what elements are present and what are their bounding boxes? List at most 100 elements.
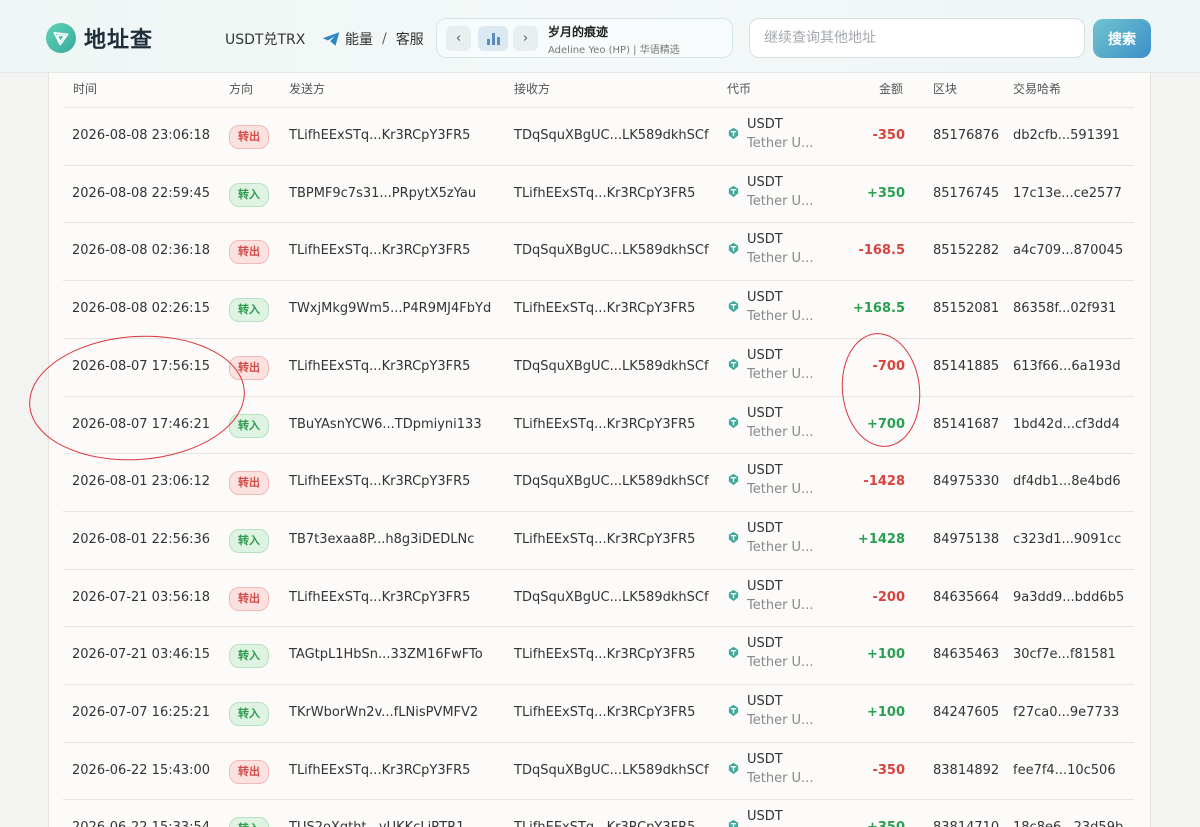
token-name: Tether U... xyxy=(747,251,814,267)
table-row[interactable]: 2026-08-07 17:56:15 转出 TLifhEExSTq...Kr3RC… xyxy=(63,337,1134,396)
tx-hash[interactable]: df4db1...8e4bd6 xyxy=(1013,474,1121,489)
tx-hash[interactable]: db2cfb...591391 xyxy=(1013,128,1120,143)
tx-time: 2026-08-01 23:06:12 xyxy=(72,474,211,490)
block-number[interactable]: 85152282 xyxy=(933,243,999,258)
block-number[interactable]: 83814892 xyxy=(933,763,999,778)
nav-energy[interactable]: 能量 xyxy=(345,29,373,49)
tether-icon xyxy=(728,474,739,486)
search-button[interactable]: 搜索 xyxy=(1093,19,1151,58)
table-row[interactable]: 2026-08-01 22:56:36 转入 TB7t3exaa8P...h8g3i… xyxy=(63,510,1134,569)
direction-badge: 转出 xyxy=(229,759,269,784)
tether-icon xyxy=(728,762,739,774)
table-header: 时间 方向 发送方 接收方 代币 金额 区块 交易哈希 xyxy=(49,73,1150,107)
tx-hash[interactable]: 613f66...6a193d xyxy=(1013,359,1121,374)
sender-address[interactable]: TLifhEExSTq...Kr3RCpY3FR5 xyxy=(289,763,470,778)
block-number[interactable]: 85152081 xyxy=(933,301,999,316)
block-number[interactable]: 84975138 xyxy=(933,532,999,547)
nav-service[interactable]: 客服 xyxy=(396,29,424,49)
receiver-address[interactable]: TDqSquXBgUC...LK589dkhSCf xyxy=(514,243,709,258)
col-block: 区块 xyxy=(933,82,958,96)
block-number[interactable]: 85141687 xyxy=(933,417,999,432)
receiver-address[interactable]: TDqSquXBgUC...LK589dkhSCf xyxy=(514,590,709,605)
block-number[interactable]: 84635463 xyxy=(933,647,999,662)
sender-address[interactable]: TLifhEExSTq...Kr3RCpY3FR5 xyxy=(289,243,470,258)
token-name: Tether U... xyxy=(747,136,814,151)
table-row[interactable]: 2026-07-21 03:46:15 转入 TAGtpL1HbSn...33ZM1… xyxy=(63,626,1134,684)
receiver-address[interactable]: TDqSquXBgUC...LK589dkhSCf xyxy=(514,128,709,143)
block-number[interactable]: 85176876 xyxy=(933,128,999,143)
sender-address[interactable]: TLifhEExSTq...Kr3RCpY3FR5 xyxy=(289,359,470,374)
direction-badge: 转入 xyxy=(229,182,269,207)
sender-address[interactable]: TBuYAsnYCW6...TDpmiyni133 xyxy=(289,417,482,432)
receiver-address[interactable]: TLifhEExSTq...Kr3RCpY3FR5 xyxy=(514,186,695,201)
equalizer-icon[interactable] xyxy=(478,26,508,51)
token-symbol: USDT xyxy=(747,636,783,652)
tx-hash[interactable]: 18c8e6...23d59b xyxy=(1013,820,1123,827)
tx-hash[interactable]: fee7f4...10c506 xyxy=(1013,763,1116,778)
chevron-right-icon[interactable]: › xyxy=(513,26,538,51)
token-name: Tether U... xyxy=(747,193,814,209)
brand-title[interactable]: 地址查 xyxy=(84,22,153,54)
tx-amount: -350 xyxy=(872,128,905,143)
nav-usdt-trx-swap[interactable]: USDT兑TRX xyxy=(225,29,305,49)
receiver-address[interactable]: TLifhEExSTq...Kr3RCpY3FR5 xyxy=(514,647,695,662)
nav-separator: / xyxy=(382,31,387,47)
receiver-address[interactable]: TLifhEExSTq...Kr3RCpY3FR5 xyxy=(514,820,695,827)
tx-hash[interactable]: 17c13e...ce2577 xyxy=(1013,186,1122,201)
sender-address[interactable]: TBPMF9c7s31...PRpytX5zYau xyxy=(289,186,476,201)
block-number[interactable]: 84975330 xyxy=(933,474,999,489)
sender-address[interactable]: TLifhEExSTq...Kr3RCpY3FR5 xyxy=(289,474,470,489)
table-row[interactable]: 2026-08-07 17:46:21 转入 TBuYAsnYCW6...TDpmi… xyxy=(63,395,1134,454)
receiver-address[interactable]: TLifhEExSTq...Kr3RCpY3FR5 xyxy=(514,705,695,720)
tx-time: 2026-08-08 22:59:45 xyxy=(72,185,211,201)
table-row[interactable]: 2026-07-07 16:25:21 转入 TKrWborWn2v...fLNis… xyxy=(63,684,1134,742)
table-row[interactable]: 2026-06-22 15:43:00 转出 TLifhEExSTq...Kr3RC… xyxy=(63,741,1134,800)
receiver-address[interactable]: TLifhEExSTq...Kr3RCpY3FR5 xyxy=(514,532,695,547)
tx-amount: +1428 xyxy=(857,531,905,547)
direction-badge: 转出 xyxy=(229,586,269,611)
tx-hash[interactable]: 86358f...02f931 xyxy=(1013,301,1116,316)
tx-amount: +100 xyxy=(866,705,905,720)
table-row[interactable]: 2026-06-22 15:33:54 转入 TUS2oXqtht...yUKKcL… xyxy=(63,799,1134,827)
col-amount: 金额 xyxy=(879,82,904,96)
block-number[interactable]: 84247605 xyxy=(933,705,999,720)
tx-time: 2026-08-08 23:06:18 xyxy=(72,128,211,143)
search-input[interactable] xyxy=(749,18,1085,58)
direction-badge: 转入 xyxy=(229,644,269,669)
table-row[interactable]: 2026-08-01 23:06:12 转出 TLifhEExSTq...Kr3RC… xyxy=(63,453,1134,511)
tx-hash[interactable]: a4c709...870045 xyxy=(1013,243,1123,258)
sender-address[interactable]: TUS2oXqtht...yUKKcLiRTR1 xyxy=(289,820,465,827)
chevron-left-icon[interactable]: ‹ xyxy=(446,26,471,51)
tx-hash[interactable]: 1bd42d...cf3dd4 xyxy=(1013,417,1120,432)
table-row[interactable]: 2026-08-08 02:36:18 转出 TLifhEExSTq...Kr3RC… xyxy=(63,222,1134,280)
token-name: Tether U... xyxy=(747,482,814,498)
tether-icon xyxy=(728,531,739,543)
receiver-address[interactable]: TLifhEExSTq...Kr3RCpY3FR5 xyxy=(514,417,695,432)
sender-address[interactable]: TLifhEExSTq...Kr3RCpY3FR5 xyxy=(289,128,470,143)
sender-address[interactable]: TKrWborWn2v...fLNisPVMFV2 xyxy=(289,705,478,720)
sender-address[interactable]: TWxjMkg9Wm5...P4R9MJ4FbYd xyxy=(289,301,491,316)
receiver-address[interactable]: TDqSquXBgUC...LK589dkhSCf xyxy=(514,763,709,778)
table-row[interactable]: 2026-07-21 03:56:18 转出 TLifhEExSTq...Kr3RC… xyxy=(63,568,1134,627)
block-number[interactable]: 84635664 xyxy=(933,590,999,605)
col-token: 代币 xyxy=(727,82,752,96)
table-row[interactable]: 2026-08-08 23:06:18 转出 TLifhEExSTq...Kr3RC… xyxy=(63,107,1134,165)
sender-address[interactable]: TLifhEExSTq...Kr3RCpY3FR5 xyxy=(289,590,470,605)
receiver-address[interactable]: TDqSquXBgUC...LK589dkhSCf xyxy=(514,474,709,489)
block-number[interactable]: 85176745 xyxy=(933,186,999,201)
receiver-address[interactable]: TLifhEExSTq...Kr3RCpY3FR5 xyxy=(514,301,695,316)
table-row[interactable]: 2026-08-08 02:26:15 转入 TWxjMkg9Wm5...P4R9M… xyxy=(63,280,1134,338)
receiver-address[interactable]: TDqSquXBgUC...LK589dkhSCf xyxy=(514,359,709,374)
block-number[interactable]: 83814710 xyxy=(933,820,999,827)
block-number[interactable]: 85141885 xyxy=(933,359,999,374)
tx-time: 2026-08-07 17:46:21 xyxy=(72,416,211,432)
logo-icon[interactable] xyxy=(46,23,76,53)
sender-address[interactable]: TAGtpL1HbSn...33ZM16FwFTo xyxy=(289,647,483,662)
tx-hash[interactable]: 30cf7e...f81581 xyxy=(1013,647,1116,662)
tx-hash[interactable]: c323d1...9091cc xyxy=(1013,532,1121,547)
sender-address[interactable]: TB7t3exaa8P...h8g3iDEDLNc xyxy=(289,532,474,547)
token-symbol: USDT xyxy=(747,520,783,536)
tx-hash[interactable]: f27ca0...9e7733 xyxy=(1013,705,1119,720)
table-row[interactable]: 2026-08-08 22:59:45 转入 TBPMF9c7s31...PRpyt… xyxy=(63,164,1134,223)
tx-hash[interactable]: 9a3dd9...bdd6b5 xyxy=(1013,590,1124,605)
